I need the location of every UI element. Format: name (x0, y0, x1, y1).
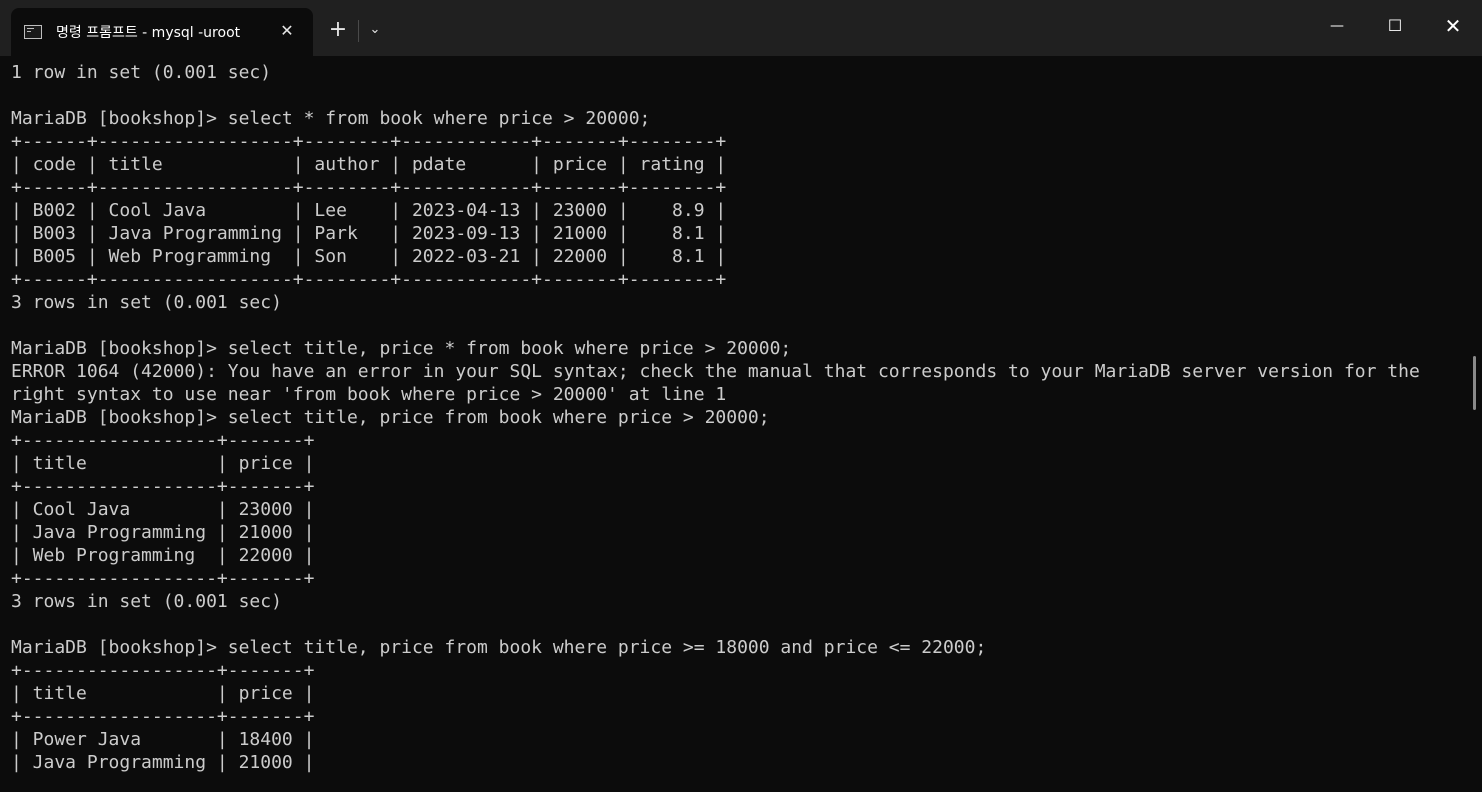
terminal-line: MariaDB [bookshop]> select title, price … (11, 338, 792, 359)
new-tab-button[interactable]: + (324, 16, 352, 44)
tab-command-prompt[interactable]: 명령 프롬프트 - mysql -uroot ✕ (11, 8, 313, 56)
terminal-line: 3 rows in set (0.001 sec) (11, 292, 282, 313)
terminal-line: | Power Java | 18400 | (11, 729, 315, 750)
terminal-output[interactable]: 1 row in set (0.001 sec) MariaDB [booksh… (11, 61, 1461, 792)
tab-title: 명령 프롬프트 - mysql -uroot (56, 25, 241, 41)
terminal-line: MariaDB [bookshop]> select title, price … (11, 407, 770, 428)
tab-close-icon[interactable]: ✕ (277, 21, 297, 41)
terminal-line: | title | price | (11, 453, 315, 474)
terminal-line: +------------------+-------+ (11, 430, 315, 451)
terminal-line: | Cool Java | 23000 | (11, 499, 315, 520)
chevron-down-icon[interactable]: ⌄ (361, 16, 389, 44)
terminal-line: | Java Programming | 21000 | (11, 522, 315, 543)
terminal-line: | Java Programming | 21000 | (11, 752, 315, 773)
terminal-line: | title | price | (11, 683, 315, 704)
terminal-line: +------------------+-------+ (11, 568, 315, 589)
terminal-line: | B003 | Java Programming | Park | 2023-… (11, 223, 727, 244)
minimize-button[interactable]: — (1314, 10, 1360, 42)
terminal-line: +------+------------------+--------+----… (11, 177, 727, 198)
terminal-line: ERROR 1064 (42000): You have an error in… (11, 361, 1420, 382)
scrollbar-thumb[interactable] (1473, 356, 1476, 410)
console-icon (24, 25, 42, 39)
terminal-line: | B005 | Web Programming | Son | 2022-03… (11, 246, 727, 267)
terminal-line: MariaDB [bookshop]> select title, price … (11, 637, 987, 658)
terminal-line: 1 row in set (0.001 sec) (11, 62, 272, 83)
terminal-line: 3 rows in set (0.001 sec) (11, 591, 282, 612)
terminal-window: 명령 프롬프트 - mysql -uroot ✕ + ⌄ — ☐ ✕ 1 row… (0, 0, 1482, 792)
terminal-line: +------+------------------+--------+----… (11, 131, 727, 152)
terminal-line: right syntax to use near 'from book wher… (11, 384, 727, 405)
terminal-line: | B002 | Cool Java | Lee | 2023-04-13 | … (11, 200, 727, 221)
terminal-line: | Web Programming | 22000 | (11, 545, 315, 566)
terminal-line: +------------------+-------+ (11, 476, 315, 497)
tab-separator (358, 20, 359, 42)
terminal-line: +------------------+-------+ (11, 660, 315, 681)
terminal-line: MariaDB [bookshop]> select * from book w… (11, 108, 651, 129)
terminal-line: +------+------------------+--------+----… (11, 269, 727, 290)
maximize-button[interactable]: ☐ (1372, 10, 1418, 42)
terminal-line: | code | title | author | pdate | price … (11, 154, 727, 175)
terminal-line: +------------------+-------+ (11, 706, 315, 727)
close-button[interactable]: ✕ (1430, 10, 1476, 42)
title-bar: 명령 프롬프트 - mysql -uroot ✕ + ⌄ — ☐ ✕ (0, 0, 1482, 56)
